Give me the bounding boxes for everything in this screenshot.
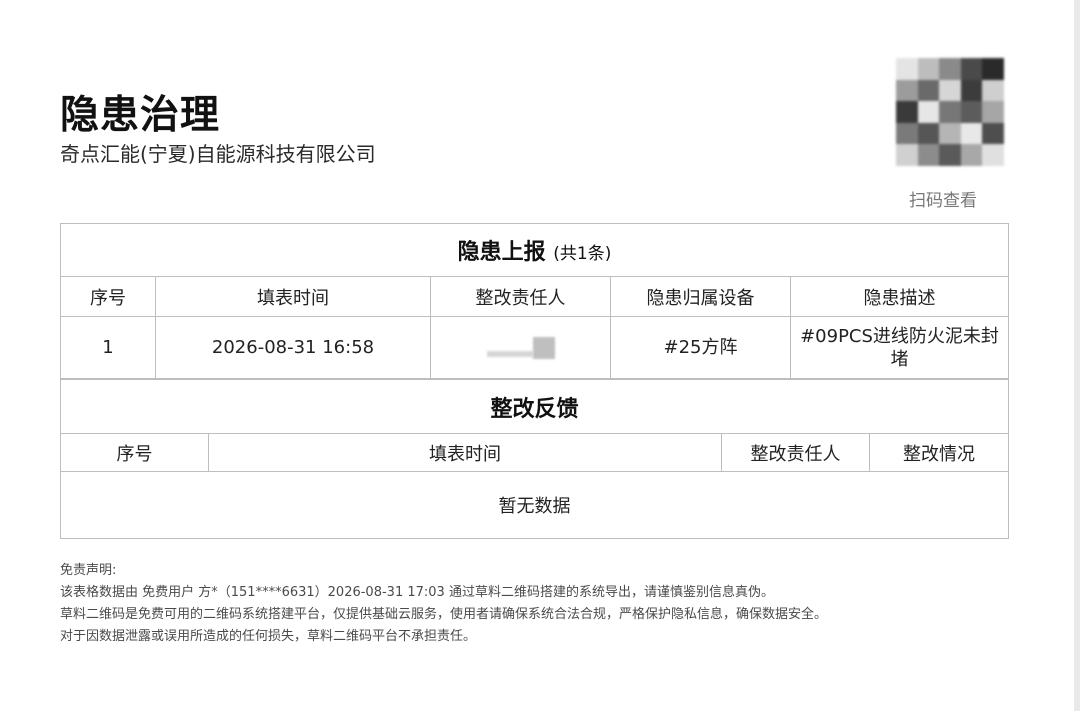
cell-index: 1 xyxy=(60,316,156,379)
disclaimer: 免责声明: 该表格数据由 免费用户 方*（151****6631）2026-08… xyxy=(60,560,827,648)
column-header-responsible: 整改责任人 xyxy=(430,276,611,317)
page: 隐患治理 奇点汇能(宁夏)自能源科技有限公司 扫码查看 隐患上报 (共1条) 序… xyxy=(0,0,1080,711)
table-row: 1 2026-08-31 16:58 #25方阵 #09PCS进线防火泥未封堵 xyxy=(60,316,1010,379)
redacted-name xyxy=(486,335,555,361)
scan-to-view-label: 扫码查看 xyxy=(909,191,977,211)
hazard-report-table: 隐患上报 (共1条) 序号 填表时间 整改责任人 隐患归属设备 隐患描述 1 2… xyxy=(59,223,1010,379)
column-header-status: 整改情况 xyxy=(868,433,1010,472)
cell-time: 2026-08-31 16:58 xyxy=(155,316,431,379)
disclaimer-line: 该表格数据由 免费用户 方*（151****6631）2026-08-31 17… xyxy=(60,585,774,600)
disclaimer-line: 草料二维码是免费可用的二维码系统搭建平台，仅提供基础云服务，使用者请确保系统合法… xyxy=(60,607,828,622)
qr-code-icon[interactable] xyxy=(896,58,1004,166)
report-column-headers: 序号 填表时间 整改责任人 隐患归属设备 隐患描述 xyxy=(60,276,1010,317)
column-header-description: 隐患描述 xyxy=(789,276,1010,317)
report-section-title: 隐患上报 xyxy=(457,240,546,265)
empty-state-text: 暂无数据 xyxy=(59,471,1010,539)
report-count: (共1条) xyxy=(553,244,612,264)
column-header-time: 填表时间 xyxy=(208,433,722,472)
column-header-time: 填表时间 xyxy=(155,276,431,317)
feedback-column-headers: 序号 填表时间 整改责任人 整改情况 xyxy=(60,433,1010,472)
column-header-index: 序号 xyxy=(60,276,156,317)
company-name: 奇点汇能(宁夏)自能源科技有限公司 xyxy=(60,142,376,166)
column-header-device: 隐患归属设备 xyxy=(610,276,791,317)
page-title: 隐患治理 xyxy=(60,93,221,138)
page-edge xyxy=(1074,0,1080,711)
column-header-responsible: 整改责任人 xyxy=(721,433,870,472)
disclaimer-heading: 免责声明: xyxy=(60,563,117,578)
cell-responsible xyxy=(430,316,611,379)
disclaimer-line: 对于因数据泄露或误用所造成的任何损失，草料二维码平台不承担责任。 xyxy=(60,629,477,644)
report-section-header: 隐患上报 (共1条) xyxy=(59,223,1010,277)
cell-description: #09PCS进线防火泥未封堵 xyxy=(789,316,1010,379)
cell-device: #25方阵 xyxy=(610,316,791,379)
rectification-feedback-table: 整改反馈 序号 填表时间 整改责任人 整改情况 暂无数据 xyxy=(59,379,1010,539)
column-header-index: 序号 xyxy=(60,433,209,472)
feedback-section-title: 整改反馈 xyxy=(59,379,1010,434)
